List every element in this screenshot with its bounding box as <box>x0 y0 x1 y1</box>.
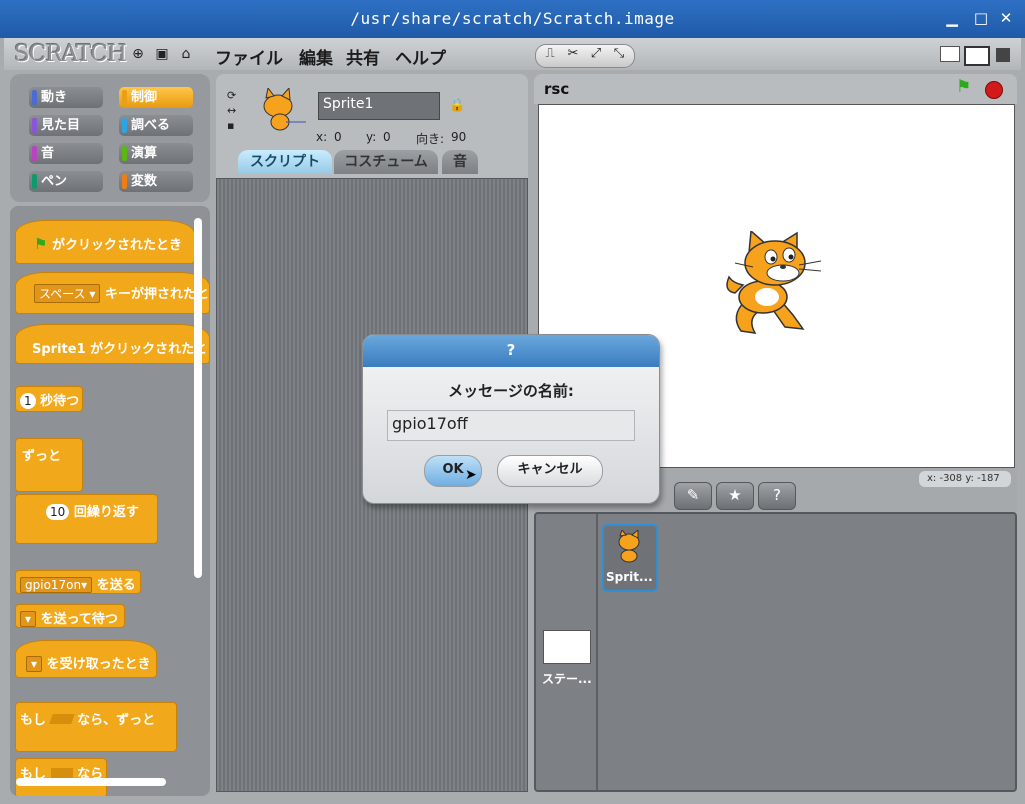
sprite-info-panel: ⟳ ↔ ▪ Sprite1 🔒 x: 0 y: 0 向き: 90 スクリプト コスチ… <box>216 74 528 178</box>
sprite-tool-buttons: ⎍ ✂ ⤢ ⤡ <box>535 44 635 68</box>
sprite-list-area: Sprit... ステー... <box>534 512 1017 792</box>
stage-header: rsc ⚑ <box>534 74 1017 104</box>
sprite-thumbnail <box>263 88 306 131</box>
if-condition-slot[interactable] <box>50 768 73 778</box>
palette-vertical-scrollbar[interactable] <box>194 218 202 578</box>
tab-scripts[interactable]: スクリプト <box>238 150 332 174</box>
category-control[interactable]: 制御 <box>119 87 193 108</box>
mouse-coordinates: x: -308 y: -187 <box>919 471 1011 487</box>
repeat-count-input[interactable]: 10 <box>46 504 70 520</box>
globe-icon[interactable]: ⊕ <box>130 46 146 62</box>
condition-slot[interactable] <box>48 714 75 724</box>
category-sensing[interactable]: 調べる <box>119 115 193 136</box>
broadcast-dropdown[interactable]: gpio17on▾ <box>20 577 93 593</box>
close-icon[interactable]: ✕ <box>998 10 1014 26</box>
rotation-style-icons[interactable]: ⟳ ↔ ▪ <box>227 88 236 133</box>
mouse-cursor-icon: ➤ <box>465 467 477 483</box>
wait-block[interactable]: 1 秒待つ <box>15 386 83 412</box>
sprite1-cat-icon <box>618 530 640 563</box>
sprite-thumbnail-sprite1[interactable]: Sprit... <box>602 524 658 592</box>
menu-edit[interactable]: 編集 <box>299 44 333 69</box>
scratch-cat-sprite[interactable] <box>725 231 829 343</box>
sprite-y-label: y: <box>366 130 377 144</box>
stamp-icon[interactable]: ⎍ <box>540 46 560 61</box>
when-sprite-clicked-block[interactable]: Sprite1 がクリックされたと <box>15 324 210 364</box>
menu-help[interactable]: ヘルプ <box>395 44 446 69</box>
share-icon[interactable]: ⌂ <box>178 46 194 62</box>
when-receive-block[interactable]: ▾ を受け取ったとき <box>15 640 157 678</box>
broadcast-wait-dropdown[interactable]: ▾ <box>20 611 37 627</box>
tab-costumes[interactable]: コスチューム <box>334 150 438 174</box>
sprite-direction-label: 向き: <box>416 132 445 146</box>
category-sound[interactable]: 音 <box>29 143 103 164</box>
block-palette: ⚑ がクリックされたとき スペース ▾ キーが押されたと Sprite1 がクリ… <box>10 206 210 796</box>
random-sprite-button[interactable]: ? <box>758 482 796 510</box>
category-motion[interactable]: 動き <box>29 87 103 108</box>
scissors-icon[interactable]: ✂ <box>563 46 583 61</box>
sprite-direction-value: 90 <box>451 130 467 144</box>
menu-file[interactable]: ファイル <box>215 44 283 69</box>
cancel-button[interactable]: キャンセル <box>497 455 603 487</box>
repeat-block[interactable]: 10 回繰り返す <box>15 494 158 544</box>
window-titlebar: /usr/share/scratch/Scratch.image ▁ □ ✕ <box>0 0 1025 38</box>
minimize-icon[interactable]: ▁ <box>944 10 960 26</box>
broadcast-block[interactable]: gpio17on▾ を送る <box>15 570 141 594</box>
small-stage-icon[interactable] <box>940 46 960 62</box>
save-icon[interactable]: ▣ <box>154 46 170 62</box>
lock-icon[interactable]: 🔒 <box>449 98 465 113</box>
category-looks[interactable]: 見た目 <box>29 115 103 136</box>
maximize-icon[interactable]: □ <box>973 10 989 26</box>
if-block[interactable]: もし なら <box>15 758 107 796</box>
green-flag-button[interactable]: ⚑ <box>956 77 971 97</box>
grow-icon[interactable]: ⤢ <box>586 46 606 61</box>
dialog-prompt: メッセージの名前: <box>448 382 574 400</box>
window-title: /usr/share/scratch/Scratch.image <box>350 9 675 28</box>
menubar: SCRATCH ⊕ ▣ ⌂ ファイル 編集 共有 ヘルプ ⎍ ✂ ⤢ ⤡ <box>4 38 1021 70</box>
tab-sounds[interactable]: 音 <box>442 150 478 174</box>
palette-horizontal-scrollbar[interactable] <box>16 778 166 786</box>
message-name-input[interactable]: gpio17off <box>387 410 635 441</box>
shrink-icon[interactable]: ⤡ <box>609 46 629 61</box>
stage-label: ステー... <box>542 672 592 686</box>
sprite-y-value: 0 <box>383 130 391 144</box>
stop-button[interactable] <box>985 81 1003 99</box>
sprite1-label: Sprit... <box>606 570 653 584</box>
broadcast-and-wait-block[interactable]: ▾ を送って待つ <box>15 604 125 628</box>
sprite-x-label: x: <box>316 130 328 144</box>
when-key-pressed-block[interactable]: スペース ▾ キーが押されたと <box>15 272 210 314</box>
key-dropdown[interactable]: スペース ▾ <box>34 284 101 303</box>
paint-new-sprite-button[interactable]: ✎ <box>674 482 712 510</box>
category-operators[interactable]: 演算 <box>119 143 193 164</box>
presentation-mode-icon[interactable] <box>996 48 1010 62</box>
when-flag-clicked-block[interactable]: ⚑ がクリックされたとき <box>15 220 195 264</box>
category-pen[interactable]: ペン <box>29 171 103 192</box>
normal-stage-icon[interactable] <box>964 46 990 66</box>
category-panel: 動き 制御 見た目 調べる 音 演算 ペン 変数 <box>10 74 210 202</box>
forever-block[interactable]: ずっと <box>15 438 83 492</box>
dialog-title: ? <box>363 335 659 367</box>
category-variables[interactable]: 変数 <box>119 171 193 192</box>
menu-share[interactable]: 共有 <box>346 44 380 69</box>
receive-dropdown[interactable]: ▾ <box>26 656 43 672</box>
sprite-name-field[interactable]: Sprite1 <box>318 92 440 120</box>
choose-sprite-file-button[interactable]: ★ <box>716 482 754 510</box>
sprite-area-divider <box>596 514 598 790</box>
forever-if-block[interactable]: もし なら、ずっと <box>15 702 177 752</box>
wait-seconds-input[interactable]: 1 <box>20 393 36 409</box>
scratch-logo: SCRATCH <box>14 41 127 67</box>
green-flag-icon: ⚑ <box>34 235 48 253</box>
stage-thumbnail[interactable] <box>543 630 591 664</box>
sprite-x-value: 0 <box>334 130 342 144</box>
project-title: rsc <box>544 80 570 98</box>
message-name-dialog: ? メッセージの名前: gpio17off OK キャンセル ➤ <box>362 334 660 504</box>
